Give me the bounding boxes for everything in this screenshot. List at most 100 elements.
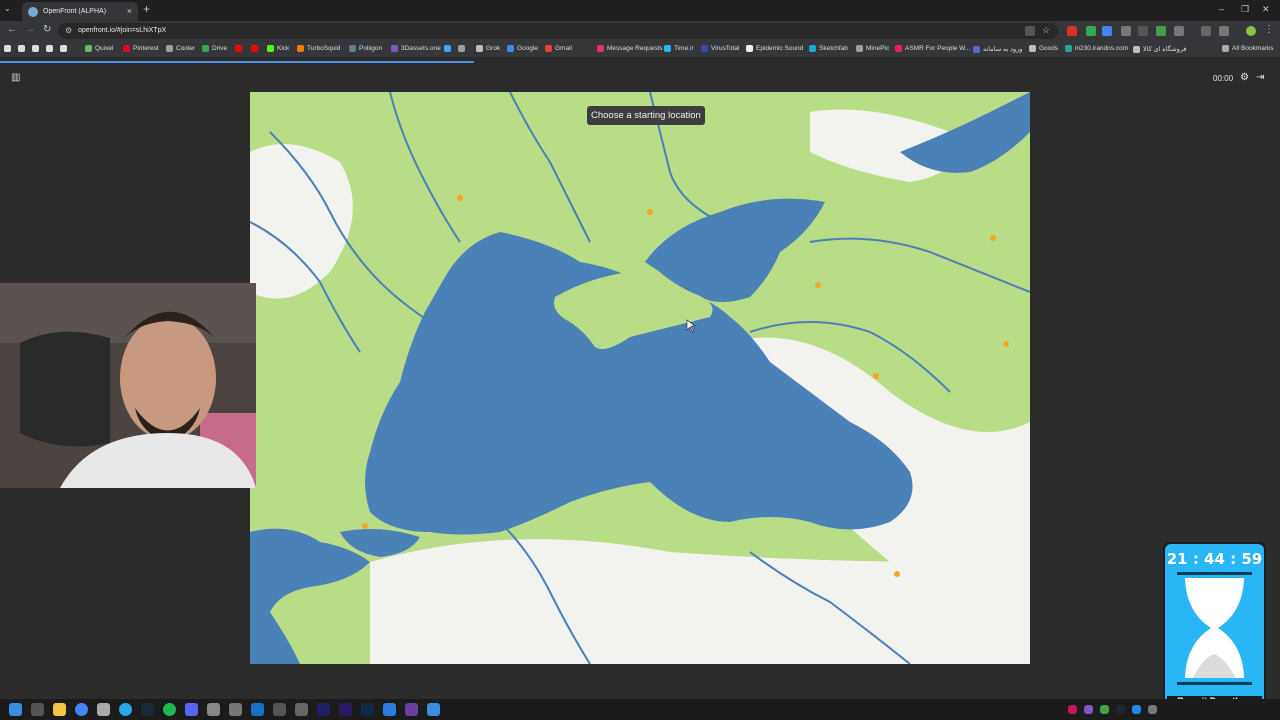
bookmarks-bar: All Bookmarks Quixel Pinterest Cooler Drive…	[0, 41, 1280, 58]
new-tab-icon[interactable]: +	[143, 3, 150, 15]
telegram-icon[interactable]	[119, 703, 132, 716]
bookmark-item[interactable]	[235, 45, 242, 52]
app-icon[interactable]	[383, 703, 396, 716]
bookmark-item[interactable]: Time.ir	[664, 45, 694, 52]
bookmark-item[interactable]: Google	[507, 45, 538, 52]
bookmark-item[interactable]: Kick	[267, 45, 289, 52]
bookmark-app-icon[interactable]	[18, 45, 25, 52]
bookmark-app-icon[interactable]	[60, 45, 67, 52]
close-tab-icon[interactable]: ×	[127, 7, 132, 16]
extension-icon[interactable]	[1219, 26, 1229, 36]
bookmark-item[interactable]: ln230.irandns.com	[1065, 45, 1128, 52]
restore-icon[interactable]: ❐	[1241, 4, 1249, 15]
leaderboard-icon[interactable]: ▥	[11, 72, 20, 83]
bluetooth-icon[interactable]	[1132, 705, 1141, 714]
extension-icon[interactable]	[1201, 26, 1211, 36]
settings-gear-icon[interactable]: ⚙	[1240, 72, 1249, 83]
steam-icon[interactable]	[141, 703, 154, 716]
tray-icon[interactable]	[1148, 705, 1157, 714]
bookmark-item[interactable]: ASMR For People W...	[895, 45, 970, 52]
bookmark-item[interactable]: TurboSquid	[297, 45, 340, 52]
bookmark-app-icon[interactable]	[32, 45, 39, 52]
app-icon[interactable]	[97, 703, 110, 716]
app-icon[interactable]	[295, 703, 308, 716]
bookmark-item[interactable]: MinePic	[856, 45, 889, 52]
app-icon[interactable]	[427, 703, 440, 716]
bookmark-item[interactable]: Grok	[476, 45, 500, 52]
install-app-icon[interactable]	[1025, 26, 1035, 36]
tray-icon[interactable]	[1084, 705, 1093, 714]
bookmark-app-icon[interactable]	[4, 45, 11, 52]
all-bookmarks-button[interactable]: All Bookmarks	[1222, 45, 1274, 52]
bookmark-item[interactable]: Poliigon	[349, 45, 382, 52]
extension-icon[interactable]	[1086, 26, 1096, 36]
bookmark-favicon-icon	[444, 45, 451, 52]
bookmark-item[interactable]	[458, 45, 465, 52]
bookmark-item[interactable]: Epidemic Sound	[746, 45, 803, 52]
profile-avatar-icon[interactable]	[1246, 26, 1256, 36]
close-window-icon[interactable]: ✕	[1262, 4, 1270, 15]
forward-icon[interactable]: →	[25, 25, 35, 35]
extensions-puzzle-icon[interactable]	[1174, 26, 1184, 36]
address-bar[interactable]: ⚙ openfront.io/#join=sLhiXTpX	[58, 23, 1058, 39]
bookmark-favicon-icon	[123, 45, 130, 52]
bookmark-favicon-icon	[391, 45, 398, 52]
bookmark-item[interactable]: Message Requests	[597, 45, 663, 52]
bookmark-item[interactable]: 3Dassets.one	[391, 45, 441, 52]
bookmark-item[interactable]: VirusTotal	[701, 45, 739, 52]
active-tab[interactable]: OpenFront (ALPHA) ×	[22, 2, 138, 21]
tray-icon[interactable]	[1100, 705, 1109, 714]
bookmark-item[interactable]: Drive	[202, 45, 227, 52]
bookmark-item[interactable]: Pinterest	[123, 45, 159, 52]
windows-start-icon[interactable]	[9, 703, 22, 716]
game-map[interactable]: Choose a starting location	[250, 92, 1030, 664]
spotify-icon[interactable]	[163, 703, 176, 716]
minimize-icon[interactable]: –	[1219, 4, 1224, 14]
city-marker	[815, 282, 821, 288]
app-icon[interactable]	[273, 703, 286, 716]
bookmark-item[interactable]: ورود به سامانه	[973, 45, 1022, 53]
city-marker	[894, 571, 900, 577]
extension-icon[interactable]	[1067, 26, 1077, 36]
tab-search-icon[interactable]: ⌄	[4, 4, 11, 13]
discord-icon[interactable]	[185, 703, 198, 716]
chrome-icon[interactable]	[75, 703, 88, 716]
extension-icon[interactable]	[1102, 26, 1112, 36]
bookmark-item[interactable]	[251, 45, 258, 52]
file-explorer-icon[interactable]	[53, 703, 66, 716]
tray-icon[interactable]	[1116, 705, 1125, 714]
tray-icon[interactable]	[1068, 705, 1077, 714]
premiere-icon[interactable]	[339, 703, 352, 716]
bookmark-item[interactable]: Goods	[1029, 45, 1058, 52]
bookmark-favicon-icon	[856, 45, 863, 52]
site-info-icon[interactable]: ⚙	[65, 26, 72, 35]
bookmark-label: ln230.irandns.com	[1075, 45, 1129, 52]
bookmark-label: فروشگاه ای کالا	[1143, 46, 1187, 53]
back-icon[interactable]: ←	[7, 25, 17, 35]
search-icon[interactable]	[31, 703, 44, 716]
app-icon[interactable]	[251, 703, 264, 716]
extension-icon[interactable]	[1156, 26, 1166, 36]
bookmark-label: Google	[517, 45, 538, 52]
bookmark-app-icon[interactable]	[46, 45, 53, 52]
bookmark-label: Message Requests	[607, 45, 663, 52]
extension-icon[interactable]	[1121, 26, 1131, 36]
after-effects-icon[interactable]	[317, 703, 330, 716]
bookmark-item[interactable]	[444, 45, 451, 52]
photoshop-icon[interactable]	[361, 703, 374, 716]
extension-icon[interactable]	[1138, 26, 1148, 36]
bookmark-item[interactable]: Sketchfab	[809, 45, 848, 52]
bookmark-favicon-icon	[297, 45, 304, 52]
menu-dots-icon[interactable]: ⋮	[1264, 25, 1274, 35]
reload-icon[interactable]: ↻	[43, 25, 51, 35]
app-icon[interactable]	[229, 703, 242, 716]
bookmark-item[interactable]: Quixel	[85, 45, 113, 52]
exit-icon[interactable]: ⇥	[1256, 72, 1264, 83]
bookmark-item[interactable]: Gmail	[545, 45, 572, 52]
bookmark-star-icon[interactable]: ☆	[1042, 25, 1050, 35]
bookmark-favicon-icon	[545, 45, 552, 52]
bookmark-item[interactable]: فروشگاه ای کالا	[1133, 45, 1187, 53]
bookmark-item[interactable]: Cooler	[166, 45, 195, 52]
app-icon[interactable]	[207, 703, 220, 716]
app-icon[interactable]	[405, 703, 418, 716]
